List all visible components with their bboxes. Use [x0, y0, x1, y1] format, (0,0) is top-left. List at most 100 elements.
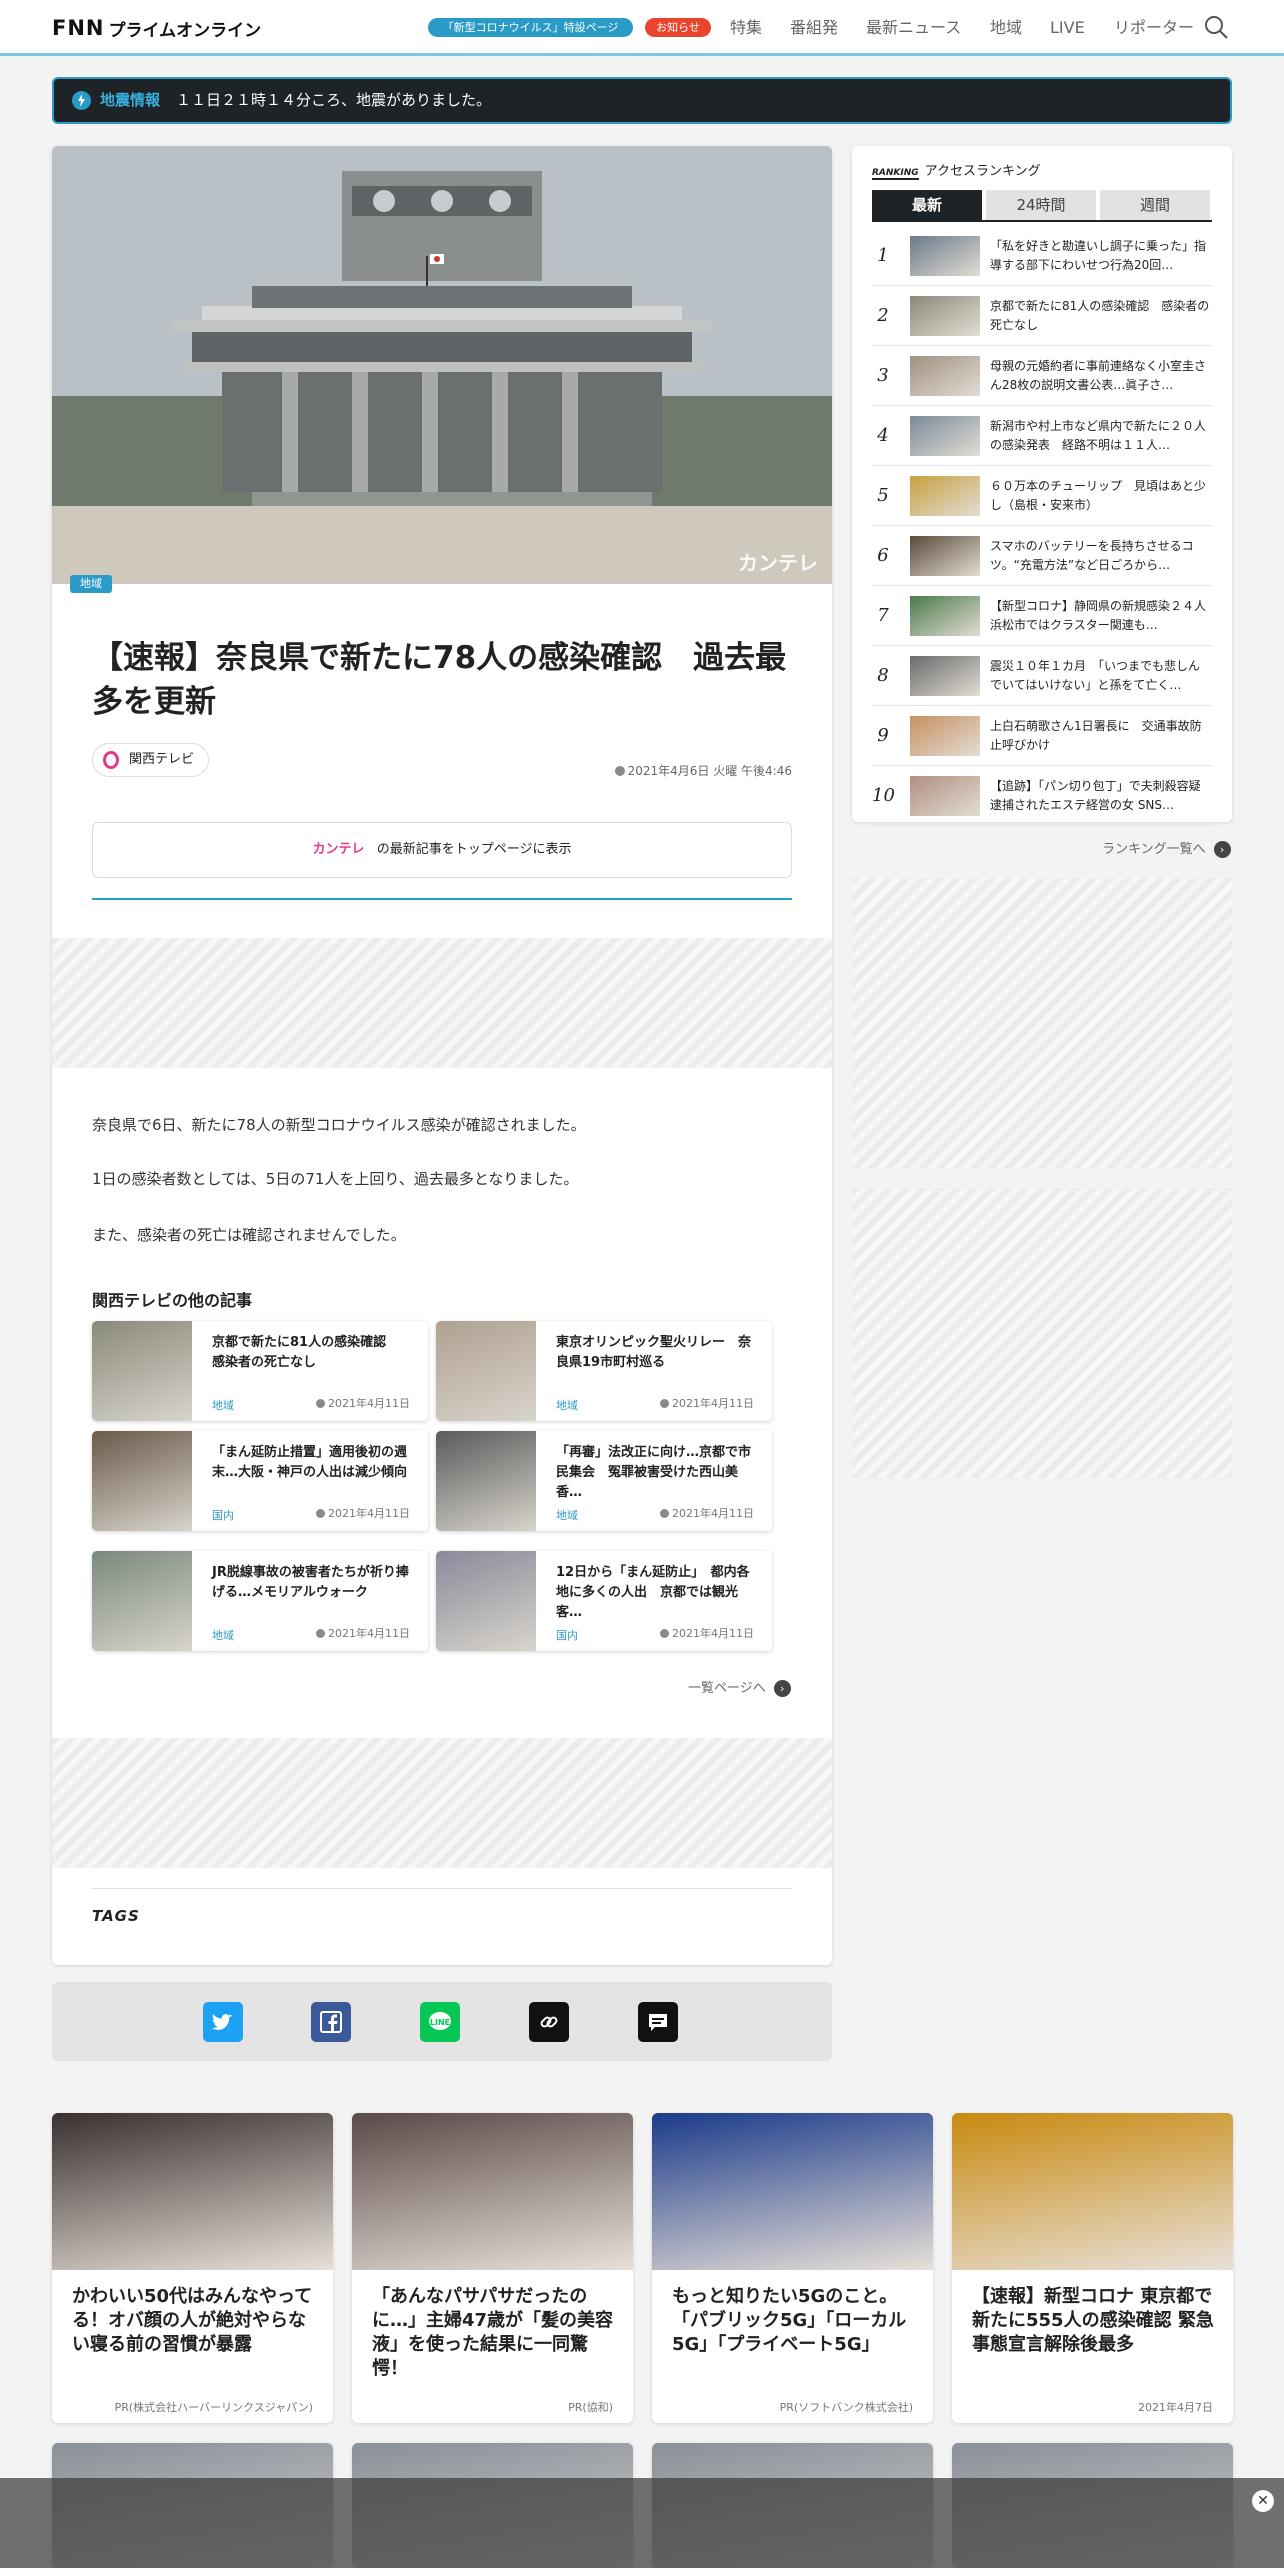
other-article-date: 2021年4月11日: [660, 1505, 754, 1521]
nav-live[interactable]: LIVE: [1050, 17, 1085, 39]
ranking-item[interactable]: 2 京都で新たに81人の感染確認 感染者の死亡なし: [872, 286, 1212, 346]
other-article-card[interactable]: 12日から「まん延防止」 都内各地に多くの人出 京都では観光客… 国内 2021年4…: [436, 1551, 772, 1651]
other-article-date-text: 2021年4月11日: [328, 1397, 410, 1410]
other-article-title: 「まん延防止措置」適用後初の週末…大阪・神戸の人出は減少傾向: [212, 1445, 408, 1480]
ranking-number: 10: [872, 785, 895, 806]
comment-button[interactable]: [638, 2002, 678, 2042]
other-article-category[interactable]: 地域: [556, 1397, 578, 1413]
recommended-card[interactable]: もっと知りたい5Gのこと。「パブリック5G」「ローカル5G」「プライベート5G」…: [652, 2113, 933, 2423]
ranking-number: 3: [877, 365, 889, 386]
more-articles-link[interactable]: 一覧ページへ ›: [688, 1677, 791, 1697]
nav-reporter[interactable]: リポーター: [1114, 17, 1194, 39]
line-share-button[interactable]: LINE: [420, 2002, 460, 2042]
ranking-item[interactable]: 3 母親の元婚約者に事前連絡なく小室圭さん28枚の説明文書公表…眞子さ…: [872, 346, 1212, 406]
facebook-share-button[interactable]: [311, 2002, 351, 2042]
clock-icon: [660, 1509, 669, 1518]
ranking-title: 母親の元婚約者に事前連絡なく小室圭さん28枚の説明文書公表…眞子さ…: [990, 359, 1207, 392]
source-name: 関西テレビ: [129, 752, 195, 767]
topbox-logo: カンテレ: [312, 842, 365, 857]
ranking-title: スマホのバッテリーを長持ちさせるコツ。“充電方法”など日ごろから…: [990, 539, 1194, 572]
other-article-category[interactable]: 国内: [212, 1507, 234, 1523]
ranking-item[interactable]: 4 新潟市や村上市など県内で新たに２０人の感染発表 経路不明は１１人…: [872, 406, 1212, 466]
ranking-number: 7: [877, 605, 889, 626]
ranking-more-link[interactable]: ランキング一覧へ ›: [1102, 838, 1231, 858]
other-article-category[interactable]: 地域: [212, 1627, 234, 1643]
copy-link-button[interactable]: [529, 2002, 569, 2042]
kantele-logo-icon: [103, 751, 119, 769]
ranking-thumbnail: [910, 536, 980, 576]
divider: [92, 898, 792, 900]
recommended-title: もっと知りたい5Gのこと。「パブリック5G」「ローカル5G」「プライベート5G」: [672, 2286, 907, 2355]
topbox-text: の最新記事をトップページに表示: [376, 842, 572, 857]
recommended-meta: PR(ソフトバンク株式会社): [779, 2401, 913, 2414]
other-article-category[interactable]: 国内: [556, 1627, 578, 1643]
recommended-title: 【速報】新型コロナ 東京都で新たに555人の感染確認 緊急事態宣言解除後最多: [972, 2286, 1214, 2355]
other-article-card[interactable]: 「まん延防止措置」適用後初の週末…大阪・神戸の人出は減少傾向国内 2021年4月1…: [92, 1431, 428, 1531]
alert-label: 地震情報: [100, 91, 161, 109]
tags-heading: TAGS: [92, 1907, 140, 1925]
ad-slot: [52, 938, 832, 1068]
paragraph: 1日の感染者数としては、5日の71人を上回り、過去最多となりました。: [92, 1170, 579, 1188]
other-article-date-text: 2021年4月11日: [328, 1507, 410, 1520]
nav-feature[interactable]: 特集: [730, 17, 762, 39]
ranking-thumbnail: [910, 656, 980, 696]
article-thumbnail: [92, 1321, 192, 1421]
ranking-title: 新潟市や村上市など県内で新たに２０人の感染発表 経路不明は１１人…: [990, 419, 1207, 452]
show-latest-on-top-button[interactable]: カンテレ の最新記事をトップページに表示: [92, 822, 792, 878]
ranking-label: アクセスランキング: [924, 164, 1041, 179]
search-icon[interactable]: [1203, 14, 1229, 40]
ad-slot: [52, 1738, 832, 1868]
paragraph: また、感染者の死亡は確認されませんでした。: [92, 1226, 406, 1244]
ranking-item[interactable]: 6 スマホのバッテリーを長持ちさせるコツ。“充電方法”など日ごろから…: [872, 526, 1212, 586]
clock-icon: [316, 1629, 325, 1638]
other-article-date-text: 2021年4月11日: [672, 1397, 754, 1410]
tab-weekly[interactable]: 週間: [1100, 190, 1210, 220]
corona-special-page-link[interactable]: 「新型コロナウイルス」特設ページ: [428, 18, 633, 37]
ranking-item[interactable]: 1 「私を好きと勘違いし調子に乗った」指導する部下にわいせつ行為20回…: [872, 226, 1212, 286]
recommended-card[interactable]: 【速報】新型コロナ 東京都で新たに555人の感染確認 緊急事態宣言解除後最多 20…: [952, 2113, 1233, 2423]
site-logo[interactable]: FNN プライムオンライン: [52, 15, 261, 41]
recommended-card[interactable]: かわいい50代はみんなやってる！オバ顔の人が絶対やらない寝る前の習慣が暴露 PR(…: [52, 2113, 333, 2423]
sidebar-ad-slot: [852, 1188, 1232, 1478]
other-articles-heading: 関西テレビの他の記事: [92, 1291, 253, 1310]
recommended-meta: PR(株式会社ハーバーリンクスジャパン): [114, 2401, 313, 2414]
ranking-number: 6: [877, 545, 889, 566]
ranking-item[interactable]: 7 【新型コロナ】静岡県の新規感染２４人 浜松市ではクラスター関連も…: [872, 586, 1212, 646]
ranking-number: 4: [877, 425, 889, 446]
other-article-card[interactable]: 京都で新たに81人の感染確認 感染者の死亡なし 地域 2021年4月11日: [92, 1321, 428, 1421]
category-badge[interactable]: 地域: [70, 575, 112, 593]
more-articles-label: 一覧ページへ: [688, 1681, 766, 1696]
article-thumbnail: [92, 1431, 192, 1531]
other-article-card[interactable]: 東京オリンピック聖火リレー 奈良県19市町村巡る 地域 2021年4月11日: [436, 1321, 772, 1421]
other-article-card[interactable]: 「再審」法改正に向け…京都で市民集会 冤罪被害受けた西山美香… 地域 2021年4月…: [436, 1431, 772, 1531]
source-badge[interactable]: 関西テレビ: [92, 743, 210, 777]
ranking-item[interactable]: 5 ６０万本のチューリップ 見頃はあと少し（島根・安来市）: [872, 466, 1212, 526]
tab-latest[interactable]: 最新: [872, 190, 982, 220]
other-article-category[interactable]: 地域: [556, 1507, 578, 1523]
other-article-category[interactable]: 地域: [212, 1397, 234, 1413]
notice-link[interactable]: お知らせ: [645, 18, 711, 37]
ranking-item[interactable]: 10 【追跡】「パン切り包丁」で夫刺殺容疑 逮捕されたエステ経営の女 SNS…: [872, 766, 1212, 826]
nav-programs[interactable]: 番組発: [790, 17, 838, 39]
close-icon[interactable]: ✕: [1252, 2490, 1274, 2512]
twitter-share-button[interactable]: [203, 2002, 243, 2042]
other-article-date-text: 2021年4月11日: [672, 1627, 754, 1640]
nav-latest-news[interactable]: 最新ニュース: [866, 17, 961, 39]
ranking-thumbnail: [910, 356, 980, 396]
earthquake-alert-bar[interactable]: 地震情報 １１日２１時１４分ころ、地震がありました。: [52, 77, 1232, 124]
ranking-more-label: ランキング一覧へ: [1102, 842, 1206, 857]
tab-24h[interactable]: 24時間: [986, 190, 1096, 220]
ranking-title: ６０万本のチューリップ 見頃はあと少し（島根・安来市）: [990, 479, 1207, 512]
recommended-image: [952, 2113, 1233, 2270]
recommended-card[interactable]: 「あんなパサパサだったのに…」主婦47歳が「髪の美容液」を使った結果に一同驚愕！…: [352, 2113, 633, 2423]
clock-icon: [316, 1509, 325, 1518]
nav-region[interactable]: 地域: [990, 17, 1022, 39]
ranking-number: 1: [877, 245, 889, 266]
other-article-date: 2021年4月11日: [316, 1395, 410, 1411]
twitter-icon: [211, 2014, 232, 2030]
ranking-item[interactable]: 8 震災１０年１カ月 「いつまでも悲しんでいてはいけない」と孫をて亡く…: [872, 646, 1212, 706]
recommended-image: [652, 2113, 933, 2270]
ranking-item[interactable]: 9 上白石萌歌さん1日署長に 交通事故防止呼びかけ: [872, 706, 1212, 766]
other-article-card[interactable]: JR脱線事故の被害者たちが祈り捧げる…メモリアルウォーク 地域 2021年4月11日: [92, 1551, 428, 1651]
share-bar: LINE: [52, 1982, 832, 2061]
